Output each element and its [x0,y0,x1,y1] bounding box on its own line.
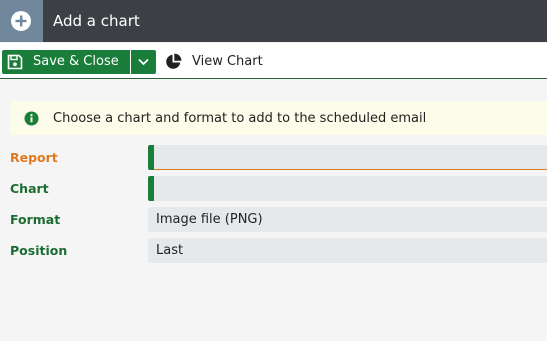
position-label: Position [10,243,68,258]
save-options-dropdown-button[interactable] [131,50,156,74]
notice-text: Choose a chart and format to add to the … [53,111,427,126]
chevron-down-icon [138,58,149,66]
pie-chart-icon [166,53,182,69]
chart-select[interactable] [148,176,547,201]
add-chart-button[interactable] [0,0,43,42]
report-label: Report [10,150,58,165]
info-notice: Choose a chart and format to add to the … [10,101,547,135]
report-select[interactable] [148,145,547,170]
save-close-label: Save & Close [33,54,119,69]
position-select[interactable]: Last [148,238,547,263]
plus-circle-icon [11,11,31,31]
required-marker [148,145,154,170]
save-close-button[interactable]: Save & Close [2,50,130,74]
position-value: Last [156,243,184,258]
format-select[interactable]: Image file (PNG) [148,207,547,232]
format-value: Image file (PNG) [156,212,263,227]
window-title: Add a chart [53,12,140,30]
chart-label: Chart [10,181,49,196]
title-bar: Add a chart [0,0,547,42]
view-chart-button[interactable]: View Chart [159,50,277,74]
required-marker [148,176,154,201]
info-icon [24,111,39,126]
format-label: Format [10,212,61,227]
view-chart-label: View Chart [192,54,263,69]
toolbar: Save & Close View Chart [0,43,547,79]
floppy-disk-icon [7,54,23,70]
